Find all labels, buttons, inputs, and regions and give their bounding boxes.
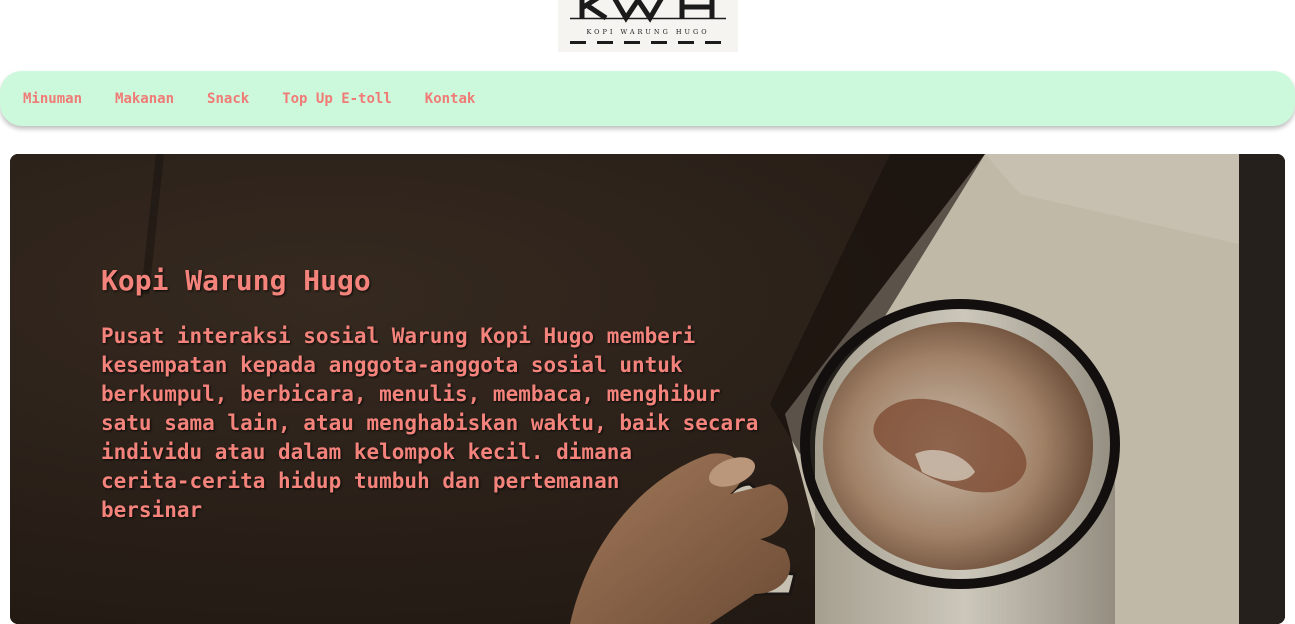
logo-monogram xyxy=(570,0,726,23)
nav-item-kontak[interactable]: Kontak xyxy=(425,91,476,107)
logo-divider xyxy=(570,41,726,44)
nav-item-top-up-etoll[interactable]: Top Up E-toll xyxy=(282,91,392,107)
hero-banner: Kopi Warung Hugo Pusat interaksi sosial … xyxy=(10,154,1285,624)
nav-item-minuman[interactable]: Minuman xyxy=(23,91,82,107)
hero-description: Pusat interaksi sosial Warung Kopi Hugo … xyxy=(101,324,759,522)
nav-item-snack[interactable]: Snack xyxy=(207,91,249,107)
logo[interactable]: KOPI WARUNG HUGO xyxy=(558,0,738,52)
logo-subtitle: KOPI WARUNG HUGO xyxy=(586,28,710,36)
nav-list: Minuman Makanan Snack Top Up E-toll Kont… xyxy=(23,71,475,126)
main-navbar: Minuman Makanan Snack Top Up E-toll Kont… xyxy=(0,71,1295,126)
nav-item-makanan[interactable]: Makanan xyxy=(115,91,174,107)
hero-title: Kopi Warung Hugo xyxy=(101,264,371,297)
